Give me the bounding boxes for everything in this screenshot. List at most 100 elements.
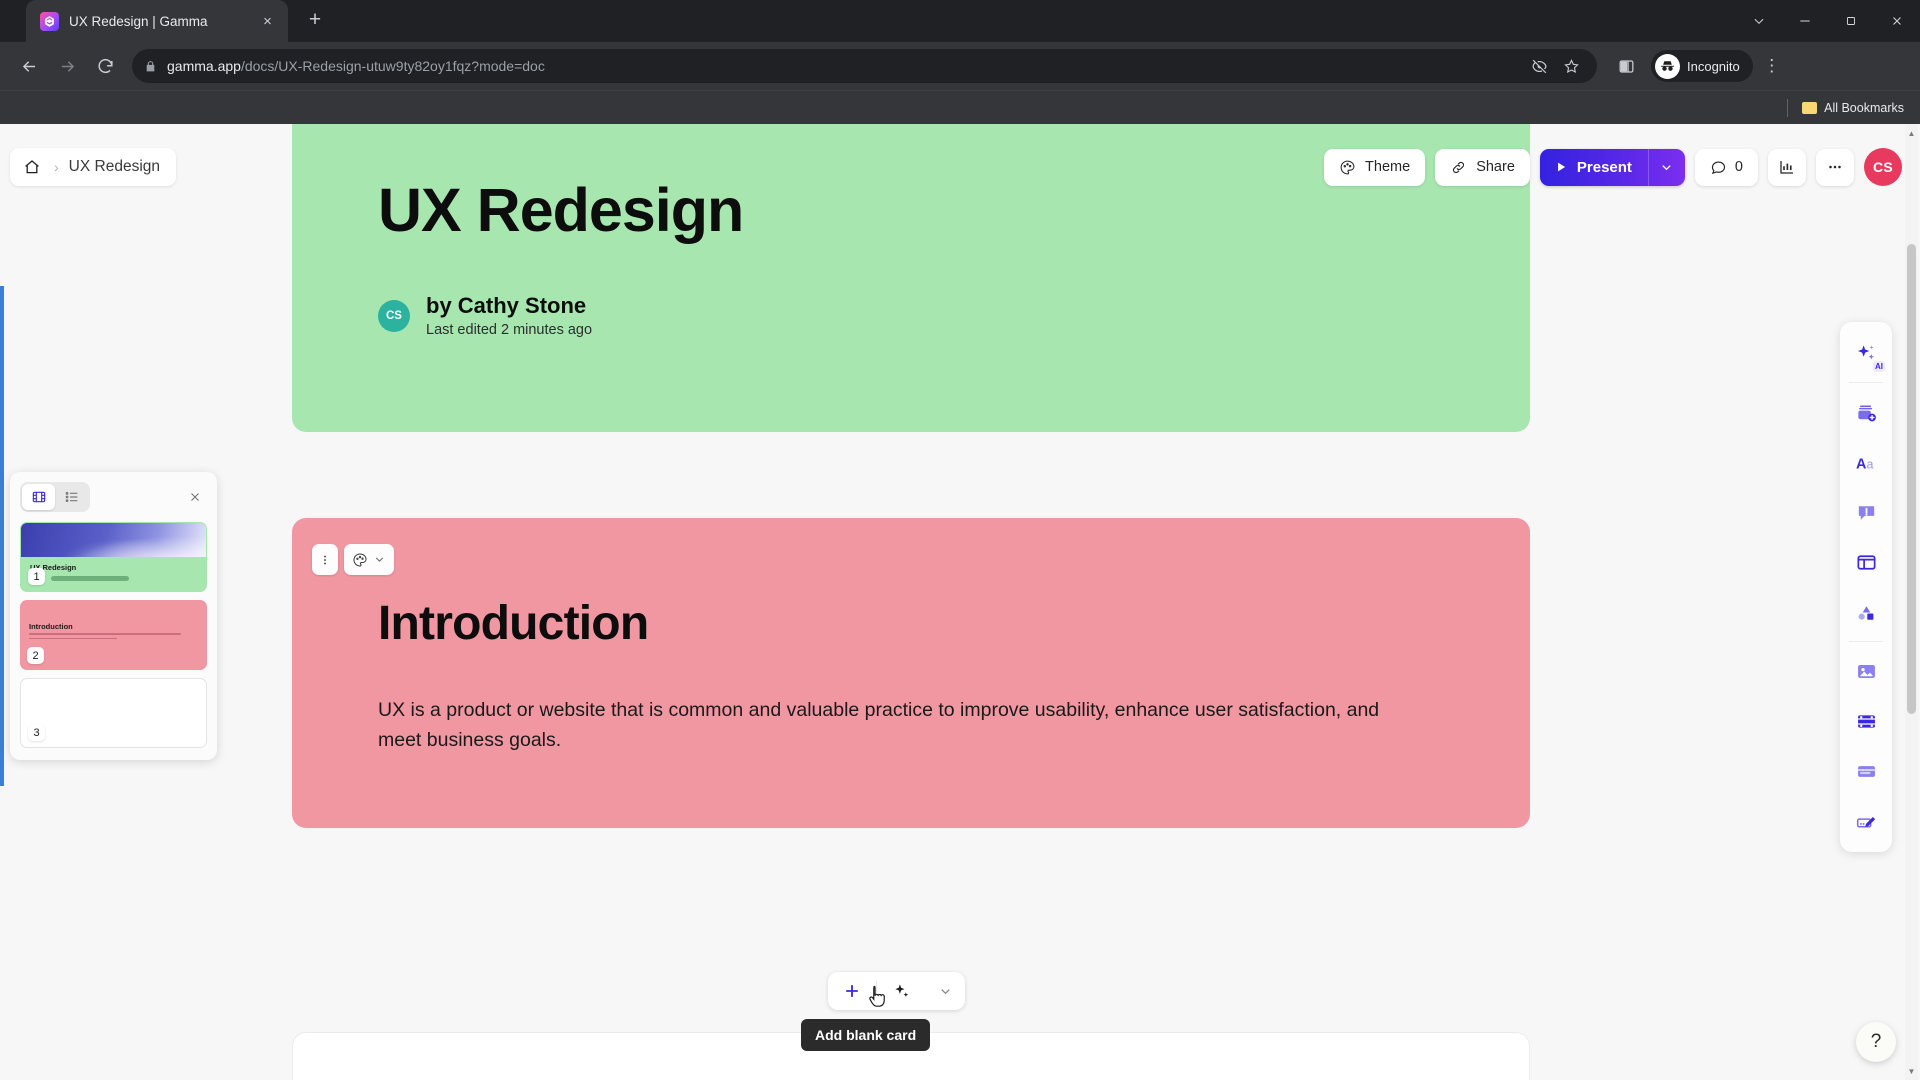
gamma-logo-icon xyxy=(40,11,59,31)
svg-text:A: A xyxy=(1855,456,1865,472)
chevron-down-icon[interactable] xyxy=(1736,0,1782,42)
analytics-button[interactable] xyxy=(1768,148,1806,186)
add-card-options-chevron[interactable] xyxy=(925,972,965,1010)
callout-icon[interactable] xyxy=(1844,490,1888,534)
user-avatar[interactable]: CS xyxy=(1864,148,1902,186)
top-toolbar: Theme Share Present 0 CS xyxy=(1324,148,1902,186)
card-introduction[interactable]: Introduction UX is a product or website … xyxy=(292,518,1530,828)
author-name: by Cathy Stone xyxy=(426,293,587,318)
share-label: Share xyxy=(1476,159,1515,175)
play-icon xyxy=(1557,162,1565,172)
all-bookmarks-button[interactable]: All Bookmarks xyxy=(1802,101,1904,115)
add-card-with-ai-button[interactable] xyxy=(877,972,925,1010)
minimize-icon[interactable] xyxy=(1782,0,1828,42)
more-options-button[interactable] xyxy=(1816,148,1854,186)
home-icon[interactable] xyxy=(20,155,44,179)
share-button[interactable]: Share xyxy=(1435,148,1530,186)
close-panel-icon[interactable] xyxy=(183,485,207,509)
scrollbar-thumb[interactable] xyxy=(1907,244,1916,714)
incognito-icon xyxy=(1655,53,1680,79)
present-dropdown-button[interactable] xyxy=(1647,148,1685,186)
help-button[interactable]: ? xyxy=(1856,1022,1896,1062)
text-icon[interactable]: Aa xyxy=(1844,440,1888,484)
back-arrow-icon[interactable] xyxy=(12,49,46,83)
byline-text: by Cathy Stone Last edited 2 minutes ago xyxy=(426,293,592,338)
shapes-icon[interactable] xyxy=(1844,590,1888,634)
embed-icon[interactable] xyxy=(1844,749,1888,793)
all-bookmarks-label: All Bookmarks xyxy=(1824,100,1904,115)
card-byline: CS by Cathy Stone Last edited 2 minutes … xyxy=(378,293,1530,338)
breadcrumb[interactable]: › UX Redesign xyxy=(10,148,176,186)
forward-arrow-icon[interactable] xyxy=(50,49,84,83)
slide-thumbnail-panel: UX Redesign 1 Introduction 2 3 xyxy=(10,472,217,760)
scroll-up-arrow[interactable]: ▲ xyxy=(1905,126,1918,140)
tab-close-icon[interactable]: × xyxy=(257,11,278,32)
view-toggle-group xyxy=(20,482,90,512)
document-canvas[interactable]: UX Redesign CS by Cathy Stone Last edite… xyxy=(0,124,1920,1080)
url-domain: gamma.app xyxy=(167,58,241,74)
profile-incognito-chip[interactable]: Incognito xyxy=(1651,50,1753,82)
present-button[interactable]: Present xyxy=(1540,149,1648,186)
thumbnail-label: Introduction xyxy=(29,622,73,631)
comment-count: 0 xyxy=(1734,159,1743,175)
address-bar[interactable]: gamma.app/docs/UX-Redesign-utuw9ty82oy1f… xyxy=(132,49,1597,83)
rail-divider xyxy=(1849,641,1883,642)
card-heading: Introduction xyxy=(378,597,649,650)
browser-tab[interactable]: UX Redesign | Gamma × xyxy=(26,0,288,42)
present-label: Present xyxy=(1576,158,1632,176)
profile-label: Incognito xyxy=(1687,58,1740,74)
layout-icon[interactable] xyxy=(1844,540,1888,584)
card-controls xyxy=(312,544,394,575)
grid-view-icon[interactable] xyxy=(22,484,55,510)
thumbnail-image xyxy=(21,523,206,557)
chevron-down-icon xyxy=(1662,164,1672,170)
drag-handle-icon[interactable] xyxy=(312,544,338,575)
kebab-menu-icon[interactable]: ⋮ xyxy=(1757,49,1787,83)
thumbnail-number: 2 xyxy=(27,647,44,664)
comments-button[interactable]: 0 xyxy=(1694,148,1758,186)
ai-icon[interactable]: AI xyxy=(1844,331,1888,375)
vertical-scrollbar[interactable]: ▲ ▼ xyxy=(1905,124,1918,1080)
bookmarks-divider xyxy=(1787,98,1789,117)
breadcrumb-separator: › xyxy=(54,159,59,175)
eye-off-icon[interactable] xyxy=(1525,52,1553,80)
link-icon xyxy=(1453,161,1465,173)
reload-icon[interactable] xyxy=(88,49,122,83)
card-theme-button[interactable] xyxy=(344,544,394,575)
window-controls xyxy=(1736,0,1920,42)
maximize-icon[interactable] xyxy=(1828,0,1874,42)
thumbnail-text-placeholder xyxy=(51,576,129,581)
breadcrumb-title[interactable]: UX Redesign xyxy=(69,158,160,176)
drawing-icon[interactable] xyxy=(1844,799,1888,843)
video-icon[interactable] xyxy=(1844,699,1888,743)
add-card-icon[interactable] xyxy=(1844,390,1888,434)
card-heading: UX Redesign xyxy=(378,176,744,244)
bar-chart-icon xyxy=(1780,161,1793,174)
list-view-icon[interactable] xyxy=(55,484,88,510)
slide-thumbnail[interactable]: Introduction 2 xyxy=(20,600,207,670)
add-blank-card-button[interactable] xyxy=(828,972,876,1010)
url-path: /docs/UX-Redesign-utuw9ty82oy1fqz?mode=d… xyxy=(240,58,545,74)
browser-nav-bar: gamma.app/docs/UX-Redesign-utuw9ty82oy1f… xyxy=(0,42,1920,90)
omnibox-actions xyxy=(1525,52,1585,80)
image-icon[interactable] xyxy=(1844,649,1888,693)
browser-tab-strip: UX Redesign | Gamma × + xyxy=(0,0,1920,42)
slide-thumbnail[interactable]: 3 xyxy=(20,678,207,748)
thumbnail-number: 1 xyxy=(28,568,45,585)
scroll-down-arrow[interactable]: ▼ xyxy=(1905,1064,1918,1078)
slide-thumbnail[interactable]: UX Redesign 1 xyxy=(20,522,207,592)
add-card-toolbar xyxy=(828,972,965,1010)
rail-divider xyxy=(1849,382,1883,383)
thumbnail-number: 3 xyxy=(28,724,45,741)
theme-button[interactable]: Theme xyxy=(1324,148,1426,186)
close-icon[interactable] xyxy=(1874,0,1920,42)
last-edited-text: Last edited 2 minutes ago xyxy=(426,322,593,339)
palette-icon xyxy=(1340,160,1355,174)
ai-badge-label: AI xyxy=(1873,361,1885,372)
insert-tool-rail: AI Aa xyxy=(1840,322,1892,852)
new-tab-button[interactable]: + xyxy=(300,5,330,35)
bookmarks-bar: All Bookmarks xyxy=(0,90,1920,124)
bookmark-star-icon[interactable] xyxy=(1557,52,1585,80)
chevron-down-icon xyxy=(375,557,384,562)
side-panel-icon[interactable] xyxy=(1609,49,1643,83)
